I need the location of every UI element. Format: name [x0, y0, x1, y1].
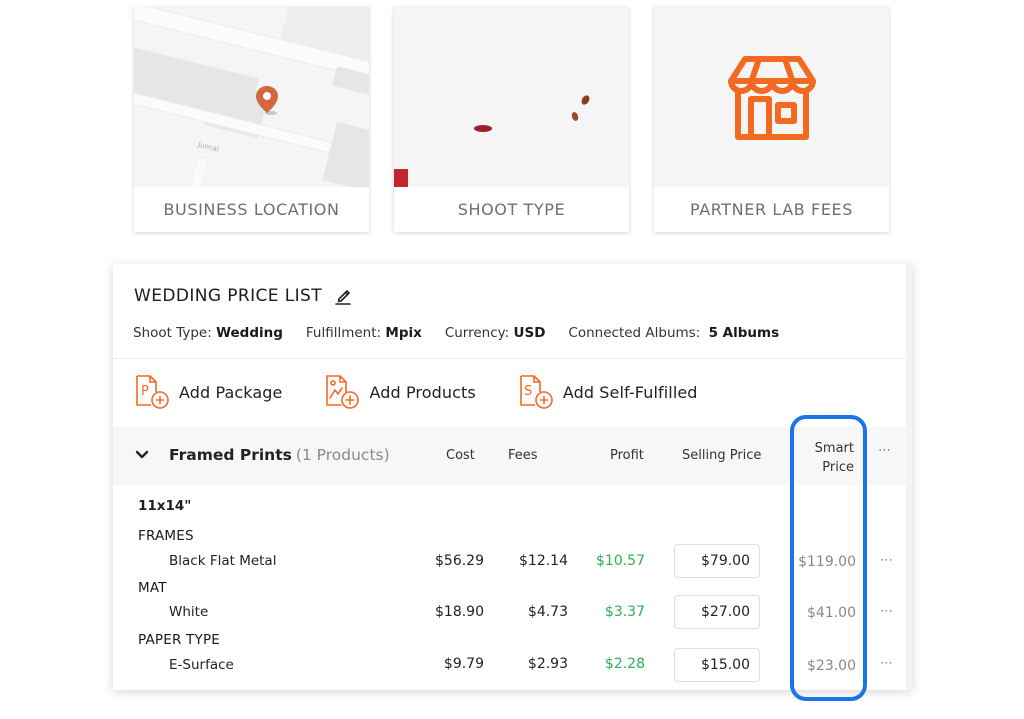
add-self-fulfilled-button[interactable]: S Add Self-Fulfilled: [519, 374, 698, 410]
column-header-profit: Profit: [610, 448, 644, 463]
add-package-label: Add Package: [179, 382, 283, 402]
card-label: BUSINESS LOCATION: [163, 200, 340, 219]
selling-price-input[interactable]: $27.00: [674, 595, 760, 629]
group-count: (1 Products): [295, 446, 390, 464]
divider: [113, 358, 906, 359]
section-label-frames: FRAMES: [138, 528, 194, 544]
bride-photo: [394, 7, 629, 187]
cost-value: $18.90: [435, 604, 484, 620]
shoot-type-card[interactable]: SHOOT TYPE: [394, 7, 629, 232]
scrollbar[interactable]: [906, 264, 912, 690]
location-map: Juncal: [134, 7, 369, 187]
map-pin-icon: [256, 86, 278, 115]
selling-price-input[interactable]: $79.00: [674, 544, 760, 578]
smart-price-value: $41.00: [807, 605, 856, 621]
cost-value: $9.79: [443, 656, 484, 672]
meta-connected-albums: Connected Albums: 5 Albums: [568, 325, 780, 341]
column-header-smart-price: Smart Price: [814, 441, 854, 475]
size-label: 11x14": [138, 498, 192, 514]
row-more-icon[interactable]: ⋯: [880, 553, 894, 568]
storefront-icon: [728, 56, 816, 140]
add-products-label: Add Products: [369, 382, 476, 402]
selling-price-input[interactable]: $15.00: [674, 648, 760, 682]
fees-value: $2.93: [527, 656, 568, 672]
price-list-title: WEDDING PRICE LIST: [134, 286, 322, 306]
price-list-header: WEDDING PRICE LIST: [134, 286, 352, 306]
meta-shoot-type: Shoot Type: Wedding: [133, 325, 283, 341]
meta-currency: Currency: USD: [444, 325, 546, 341]
chevron-down-icon[interactable]: [135, 448, 149, 462]
profit-value: $3.37: [604, 604, 645, 620]
row-more-icon[interactable]: ⋯: [880, 656, 894, 671]
add-self-fulfilled-icon: S: [520, 375, 553, 409]
add-self-fulfilled-label: Add Self-Fulfilled: [562, 382, 698, 402]
svg-text:P: P: [141, 384, 149, 399]
group-more-icon[interactable]: ⋯: [878, 443, 891, 458]
product-group-header: Framed Prints (1 Products) Cost Fees Prof…: [113, 427, 906, 485]
column-header-selling-price: Selling Price: [682, 448, 762, 463]
card-label: PARTNER LAB FEES: [689, 200, 854, 219]
cost-value: $56.29: [435, 553, 484, 569]
fees-value: $12.14: [519, 553, 568, 569]
profit-value: $2.28: [604, 656, 645, 672]
item-name: E-Surface: [169, 657, 234, 673]
section-label-mat: MAT: [138, 580, 167, 596]
smart-price-value: $23.00: [807, 658, 856, 674]
row-more-icon[interactable]: ⋯: [880, 604, 894, 619]
group-title[interactable]: Framed Prints (1 Products): [169, 446, 390, 464]
action-bar: P Add Package Add Products S Add Self-Fu…: [135, 374, 741, 410]
section-label-paper-type: PAPER TYPE: [138, 632, 221, 648]
pencil-icon[interactable]: [334, 287, 352, 305]
item-name: Black Flat Metal: [169, 553, 277, 569]
profit-value: $10.57: [596, 553, 645, 569]
item-name: White: [169, 604, 209, 620]
partner-lab-fees-card[interactable]: PARTNER LAB FEES: [654, 7, 889, 232]
fees-value: $4.73: [527, 604, 568, 620]
add-products-button[interactable]: Add Products: [325, 374, 476, 410]
meta-fulfillment: Fulfillment: Mpix: [305, 325, 422, 341]
column-header-cost: Cost: [446, 448, 475, 463]
card-label: SHOOT TYPE: [457, 200, 566, 219]
price-list-panel: WEDDING PRICE LIST Shoot Type: Wedding F…: [113, 264, 912, 701]
add-package-button[interactable]: P Add Package: [135, 374, 282, 410]
smart-price-value: $119.00: [798, 554, 856, 570]
price-list-meta: Shoot Type: Wedding Fulfillment: Mpix Cu…: [133, 325, 802, 341]
lab-media: [654, 7, 889, 187]
business-location-card[interactable]: Juncal BUSINESS LOCATION: [134, 7, 369, 232]
add-products-icon: [326, 375, 360, 409]
add-package-icon: P: [136, 375, 169, 409]
column-header-fees: Fees: [508, 448, 538, 463]
svg-text:S: S: [524, 384, 532, 399]
street-label: Juncal: [197, 140, 220, 154]
